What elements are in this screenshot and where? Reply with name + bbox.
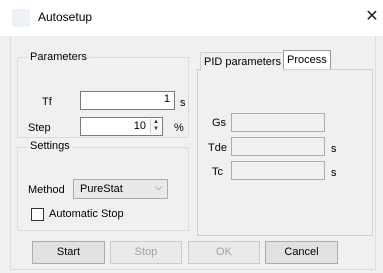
settings-caption: Settings xyxy=(28,140,72,152)
tf-unit: s xyxy=(180,97,186,109)
ok-button[interactable]: OK xyxy=(188,241,260,264)
step-unit: % xyxy=(174,122,184,134)
parameters-caption: Parameters xyxy=(28,51,89,63)
cancel-button[interactable]: Cancel xyxy=(265,241,338,264)
step-spinner: ▲ ▼ xyxy=(150,119,161,134)
tc-field xyxy=(231,161,325,180)
method-label: Method xyxy=(28,184,65,196)
chevron-down-icon: ⌵ xyxy=(155,182,162,192)
gs-label: Gs xyxy=(212,117,227,129)
tab-pid-parameters[interactable]: PID parameters xyxy=(200,52,286,71)
dialog-frame: Parameters Tf 1 s Step 10 ▲ ▼ % Settings… xyxy=(10,36,376,270)
automatic-stop-label[interactable]: Automatic Stop xyxy=(49,208,124,220)
tde-label: Tde xyxy=(208,142,227,154)
method-select[interactable]: PureStat ⌵ xyxy=(73,179,168,199)
gs-field xyxy=(231,113,325,132)
start-button[interactable]: Start xyxy=(32,241,105,264)
tc-label: Tc xyxy=(212,166,223,178)
app-icon xyxy=(12,9,30,27)
dialog-client-area: Parameters Tf 1 s Step 10 ▲ ▼ % Settings… xyxy=(0,36,383,273)
window-title: Autosetup xyxy=(38,10,93,24)
tf-input[interactable]: 1 xyxy=(80,91,175,110)
tf-label: Tf xyxy=(42,96,52,108)
title-bar: Autosetup ✕ xyxy=(0,0,383,36)
close-icon[interactable]: ✕ xyxy=(362,6,382,28)
step-spin-input[interactable]: 10 ▲ ▼ xyxy=(80,117,163,136)
step-label: Step xyxy=(28,122,51,134)
automatic-stop-checkbox[interactable] xyxy=(31,208,44,221)
step-value: 10 xyxy=(133,120,146,132)
tab-process[interactable]: Process xyxy=(283,50,331,69)
stop-button[interactable]: Stop xyxy=(110,241,182,264)
tde-unit: s xyxy=(331,143,337,155)
method-value: PureStat xyxy=(80,183,123,195)
spin-up-icon[interactable]: ▲ xyxy=(151,119,161,126)
tf-value: 1 xyxy=(163,93,170,105)
tc-unit: s xyxy=(331,167,337,179)
tde-field xyxy=(231,137,325,156)
spin-down-icon[interactable]: ▼ xyxy=(151,126,161,133)
